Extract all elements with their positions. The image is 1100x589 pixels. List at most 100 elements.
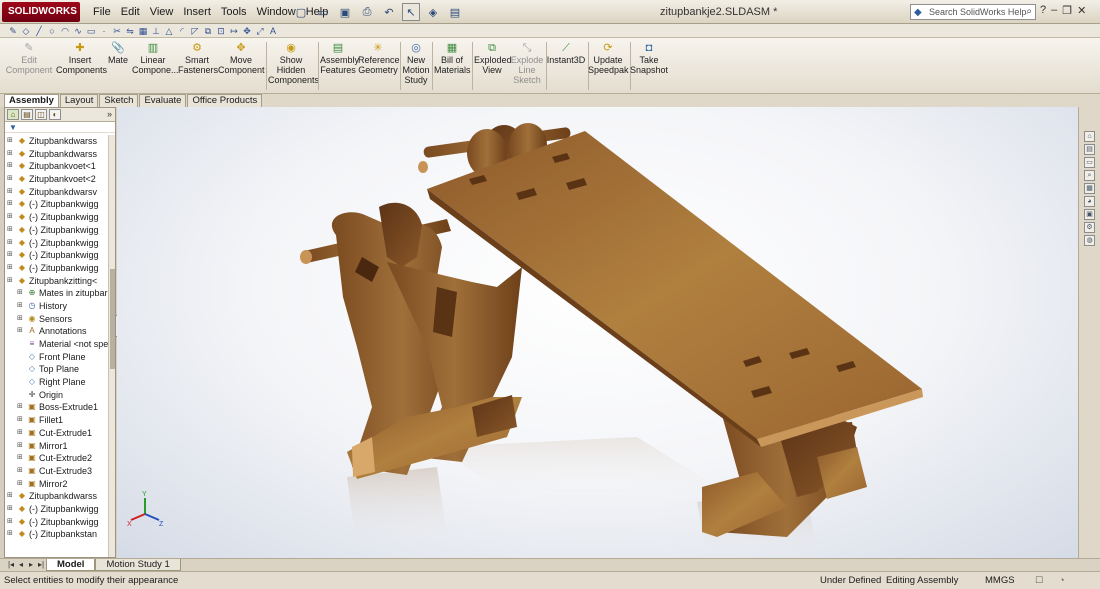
tree-item[interactable]: ⊞ ◆ Zitupbankdwarsv	[5, 186, 109, 199]
bill-of-materials-button[interactable]: ▦ Bill of Materials	[434, 40, 471, 94]
tree-expand-icon[interactable]: ⊞	[17, 325, 25, 338]
restore-icon[interactable]: ❐	[1062, 4, 1072, 17]
tree-expand-icon[interactable]: ⊞	[7, 503, 15, 516]
new-motion-study-button[interactable]: ◎ New Motion Study	[402, 40, 430, 94]
take-snapshot-button[interactable]: ◘ Take Snapshot	[630, 40, 668, 94]
tree-expand-icon[interactable]: ⊞	[17, 313, 25, 326]
tree-item[interactable]: ⊞ ◆ (-) Zitupbankstan	[5, 528, 109, 541]
tree-item[interactable]: ⊞ ◆ (-) Zitupbankwigg	[5, 198, 109, 211]
tab-motion-study-1[interactable]: Motion Study 1	[95, 559, 181, 571]
tree-item[interactable]: ⊞ ▣ Mirror1	[5, 440, 109, 453]
tree-item[interactable]: ⊞ ◆ Zitupbankvoet<1	[5, 160, 109, 173]
scale-icon[interactable]: ⤢	[255, 26, 265, 36]
options-icon[interactable]: ▤	[446, 3, 464, 21]
tree-item[interactable]: ⊞ ◆ Zitupbankvoet<2	[5, 173, 109, 186]
line-tool-icon[interactable]: ╱	[34, 26, 44, 36]
bench-model-render[interactable]: Y X Z	[117, 107, 1078, 558]
move-component-button[interactable]: ✥ Move Component	[218, 40, 265, 94]
tree-expand-icon[interactable]: ⊞	[7, 211, 15, 224]
open-folder-icon[interactable]: ▭	[314, 3, 332, 21]
tree-item[interactable]: ⊞ ◆ (-) Zitupbankwigg	[5, 249, 109, 262]
view-palette-icon[interactable]: ▦	[1084, 183, 1095, 194]
tree-item[interactable]: ⊞ ▣ Mirror2	[5, 478, 109, 491]
mirror-tool-icon[interactable]: ⇋	[125, 26, 135, 36]
tab-model[interactable]: Model	[46, 559, 96, 571]
tree-item[interactable]: ⊞ A Annotations	[5, 325, 109, 338]
print-icon[interactable]: ⎙	[358, 3, 376, 21]
save-icon[interactable]: ▣	[336, 3, 354, 21]
tree-expand-icon[interactable]: ⊞	[7, 148, 15, 161]
tree-expand-icon[interactable]: ⊞	[7, 249, 15, 262]
rebuild-icon[interactable]: ◈	[424, 3, 442, 21]
undo-icon[interactable]: ↶	[380, 3, 398, 21]
edit-component-button[interactable]: ✎ Edit Component	[4, 40, 54, 94]
pattern-tool-icon[interactable]: ▦	[138, 26, 148, 36]
custom-properties-icon[interactable]: ▣	[1084, 209, 1095, 220]
tree-expand-icon[interactable]: ⊞	[7, 262, 15, 275]
new-document-icon[interactable]: ▢	[292, 3, 310, 21]
tab-layout[interactable]: Layout	[59, 94, 99, 107]
tree-item[interactable]: ⊞ ▣ Cut-Extrude1	[5, 427, 109, 440]
tree-expand-icon[interactable]: ⊞	[17, 414, 25, 427]
smart-dimension-icon[interactable]: ✎	[8, 26, 18, 36]
tree-item[interactable]: ◇ Top Plane	[5, 363, 109, 376]
tree-expand-icon[interactable]: ⊞	[17, 440, 25, 453]
rectangle-tool-icon[interactable]: ▭	[86, 26, 96, 36]
arc-tool-icon[interactable]: ◠	[60, 26, 70, 36]
tab-office-products[interactable]: Office Products	[187, 94, 263, 107]
tp-decals-icon[interactable]: ◍	[1084, 235, 1095, 246]
update-speedpak-button[interactable]: ⟳ Update Speedpak	[588, 40, 629, 94]
tree-expand-icon[interactable]: ⊞	[7, 135, 15, 148]
tree-item[interactable]: ⊞ ▣ Cut-Extrude3	[5, 465, 109, 478]
tree-item[interactable]: ⊞ ▣ Boss-Extrude1	[5, 401, 109, 414]
instant3d-button[interactable]: ⟋ Instant3D	[546, 40, 586, 94]
tree-expand-icon[interactable]: ⊞	[7, 173, 15, 186]
show-hidden-components-button[interactable]: ◉ Show Hidden Components	[268, 40, 319, 94]
select-pointer-icon[interactable]: ↖	[402, 3, 420, 21]
search-icon[interactable]: ⌕	[1026, 5, 1032, 19]
display-manager-tab-icon[interactable]: ◐	[49, 109, 61, 120]
trim-tool-icon[interactable]: ✂	[112, 26, 122, 36]
appearances-icon[interactable]: ◕	[1084, 196, 1095, 207]
tree-item[interactable]: ⊞ ◆ (-) Zitupbankwigg	[5, 211, 109, 224]
tree-scrollbar[interactable]	[108, 135, 115, 557]
menu-tools[interactable]: Tools	[216, 0, 252, 24]
tree-expand-icon[interactable]: ⊞	[17, 287, 25, 300]
search-results-icon[interactable]: ⌕	[1084, 170, 1095, 181]
extend-icon[interactable]: ↦	[229, 26, 239, 36]
assembly-features-button[interactable]: ▤ Assembly Features	[320, 40, 359, 94]
point-tool-icon[interactable]: ·	[99, 26, 109, 36]
status-units[interactable]: MMGS	[985, 572, 1015, 589]
prev-tab-arrow-icon[interactable]: ◂	[16, 559, 26, 571]
tp-gear-icon[interactable]: ⚙	[1084, 222, 1095, 233]
tree-item[interactable]: ⊞ ◆ (-) Zitupbankwigg	[5, 516, 109, 529]
offset-icon[interactable]: ⧉	[203, 26, 213, 36]
tree-item[interactable]: ⊞ ◆ Zitupbankzitting<	[5, 275, 109, 288]
tree-item[interactable]: ⊞ ▣ Fillet1	[5, 414, 109, 427]
design-library-icon[interactable]: ▤	[1084, 144, 1095, 155]
tree-item[interactable]: ⊞ ◉ Sensors	[5, 313, 109, 326]
tree-filter[interactable]: ▼	[5, 122, 115, 133]
convert-icon[interactable]: ⊡	[216, 26, 226, 36]
tree-expand-icon[interactable]: ⊞	[17, 427, 25, 440]
solidworks-logo[interactable]: SOLIDWORKS	[2, 2, 80, 22]
tree-item[interactable]: ⊞ ▣ Cut-Extrude2	[5, 452, 109, 465]
close-icon[interactable]: ✕	[1077, 4, 1086, 17]
mate-button[interactable]: 📎 Mate	[104, 40, 132, 94]
chamfer-icon[interactable]: ◸	[190, 26, 200, 36]
tree-expand-icon[interactable]: ⊞	[7, 516, 15, 529]
help-search-input[interactable]: ◆ Search SolidWorks Help ⌕	[910, 4, 1036, 20]
tree-expand-icon[interactable]: ⊞	[17, 452, 25, 465]
tree-item[interactable]: ⊞ ◆ Zitupbankdwarss	[5, 148, 109, 161]
graphics-area[interactable]: Y X Z ⊕ ⊞ ↺ ◧ ⬢ ◒ ◉ ◕ ◍ ▣ ⊟ – ❐ ✕	[117, 107, 1078, 558]
tree-item[interactable]: ⊞ ◆ (-) Zitupbankwigg	[5, 224, 109, 237]
circle-tool-icon[interactable]: ○	[47, 26, 57, 36]
warning-icon[interactable]: △	[164, 26, 174, 36]
last-tab-arrow-icon[interactable]: ▸|	[36, 559, 46, 571]
insert-components-button[interactable]: ✚ Insert Components	[56, 40, 107, 94]
tree-expand-icon[interactable]: ⊞	[7, 186, 15, 199]
reference-geometry-button[interactable]: ✳ Reference Geometry	[358, 40, 400, 94]
move-entities-icon[interactable]: ✥	[242, 26, 252, 36]
tree-item[interactable]: ⊞ ◆ Zitupbankdwarss	[5, 490, 109, 503]
explode-line-sketch-button[interactable]: ⤡ Explode Line Sketch	[510, 40, 544, 94]
